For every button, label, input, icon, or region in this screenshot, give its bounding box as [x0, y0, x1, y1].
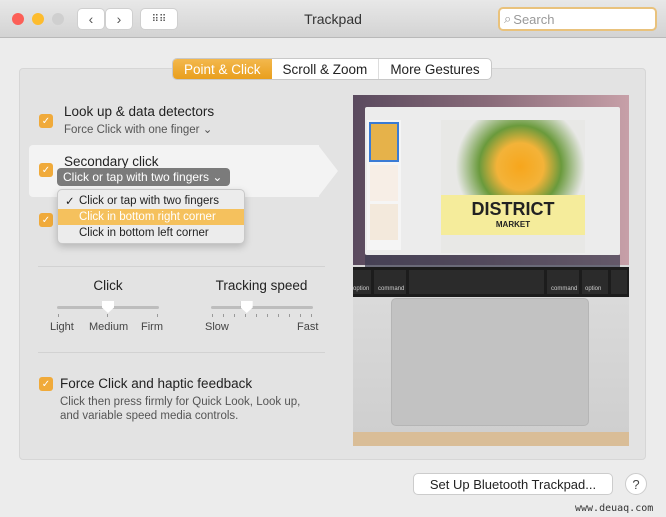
- force-click-checkbox[interactable]: ✓: [39, 377, 53, 391]
- tracking-tick: [234, 314, 235, 317]
- divider: [38, 352, 325, 353]
- tab-more-gestures[interactable]: More Gestures: [378, 59, 490, 79]
- tab-scroll-zoom[interactable]: Scroll & Zoom: [272, 59, 379, 79]
- key-option: option: [353, 270, 371, 294]
- click-firm-label: Firm: [141, 321, 163, 333]
- lookup-dropdown[interactable]: Force Click with one finger ⌄: [64, 122, 212, 136]
- menu-item-bottom-left[interactable]: Click in bottom left corner: [58, 225, 244, 241]
- key-command: command: [374, 270, 406, 294]
- click-title: Click: [93, 278, 123, 293]
- tracking-tick: [256, 314, 257, 317]
- menu-item-bottom-right[interactable]: Click in bottom right corner: [58, 209, 244, 225]
- tracking-tick: [245, 314, 246, 317]
- lookup-value: Force Click with one finger: [64, 124, 200, 136]
- lookup-checkbox[interactable]: ✓: [39, 114, 53, 128]
- tracking-tick: [278, 314, 279, 317]
- chevron-down-icon: ⌄: [202, 124, 213, 136]
- preview-headline: DISTRICT: [471, 199, 555, 219]
- menu-item-label: Click in bottom left corner: [79, 227, 209, 239]
- secondary-click-dropdown[interactable]: Click or tap with two fingers ⌄: [57, 168, 230, 186]
- title-bar: ‹ › ⠿⠿ Trackpad ⌕ Search: [0, 0, 666, 38]
- menu-item-label: Click in bottom right corner: [79, 211, 216, 223]
- tracking-tick: [223, 314, 224, 317]
- tab-point-click[interactable]: Point & Click: [173, 59, 272, 79]
- menu-item-label: Click or tap with two fingers: [79, 195, 219, 207]
- tracking-tick: [300, 314, 301, 317]
- secondary-click-label: Secondary click: [64, 154, 159, 169]
- tracking-tick: [212, 314, 213, 317]
- click-medium-label: Medium: [89, 321, 129, 333]
- secondary-click-value: Click or tap with two fingers: [63, 170, 210, 184]
- tap-to-click-checkbox[interactable]: ✓: [39, 213, 53, 227]
- trackpad-preview-image: DISTRICT MARKET option command command o…: [353, 95, 629, 446]
- tracking-fast-label: Fast: [297, 321, 319, 333]
- menu-item-two-fingers[interactable]: ✓ Click or tap with two fingers: [58, 193, 244, 209]
- chevron-down-icon: ⌄: [212, 170, 223, 184]
- setup-bluetooth-trackpad-button[interactable]: Set Up Bluetooth Trackpad...: [413, 473, 613, 495]
- watermark: www.deuaq.com: [575, 503, 654, 514]
- tracking-slow-label: Slow: [205, 321, 229, 333]
- checkmark-icon: ✓: [65, 196, 75, 208]
- search-placeholder: Search: [513, 11, 555, 27]
- secondary-click-menu: ✓ Click or tap with two fingers Click in …: [57, 189, 245, 244]
- help-button[interactable]: ?: [625, 473, 647, 495]
- force-click-description: Click then press firmly for Quick Look, …: [60, 396, 301, 422]
- key-command: command: [547, 270, 579, 294]
- click-light-label: Light: [50, 321, 74, 333]
- tab-bar: Point & Click Scroll & Zoom More Gesture…: [172, 58, 492, 80]
- tracking-slider-track[interactable]: [211, 306, 313, 309]
- trackpad-surface: [391, 298, 589, 426]
- tracking-tick: [311, 314, 312, 317]
- highlight-arrow: [318, 145, 338, 197]
- search-icon: ⌕: [504, 11, 512, 26]
- tracking-tick: [267, 314, 268, 317]
- key-option: option: [582, 270, 608, 294]
- secondary-click-checkbox[interactable]: ✓: [39, 163, 53, 177]
- preview-subhead: MARKET: [495, 220, 531, 229]
- force-click-label: Force Click and haptic feedback: [60, 376, 253, 391]
- search-input[interactable]: ⌕ Search: [498, 7, 657, 31]
- tracking-tick: [289, 314, 290, 317]
- lookup-label: Look up & data detectors: [64, 104, 215, 119]
- tracking-title: Tracking speed: [215, 278, 308, 293]
- divider: [38, 266, 325, 267]
